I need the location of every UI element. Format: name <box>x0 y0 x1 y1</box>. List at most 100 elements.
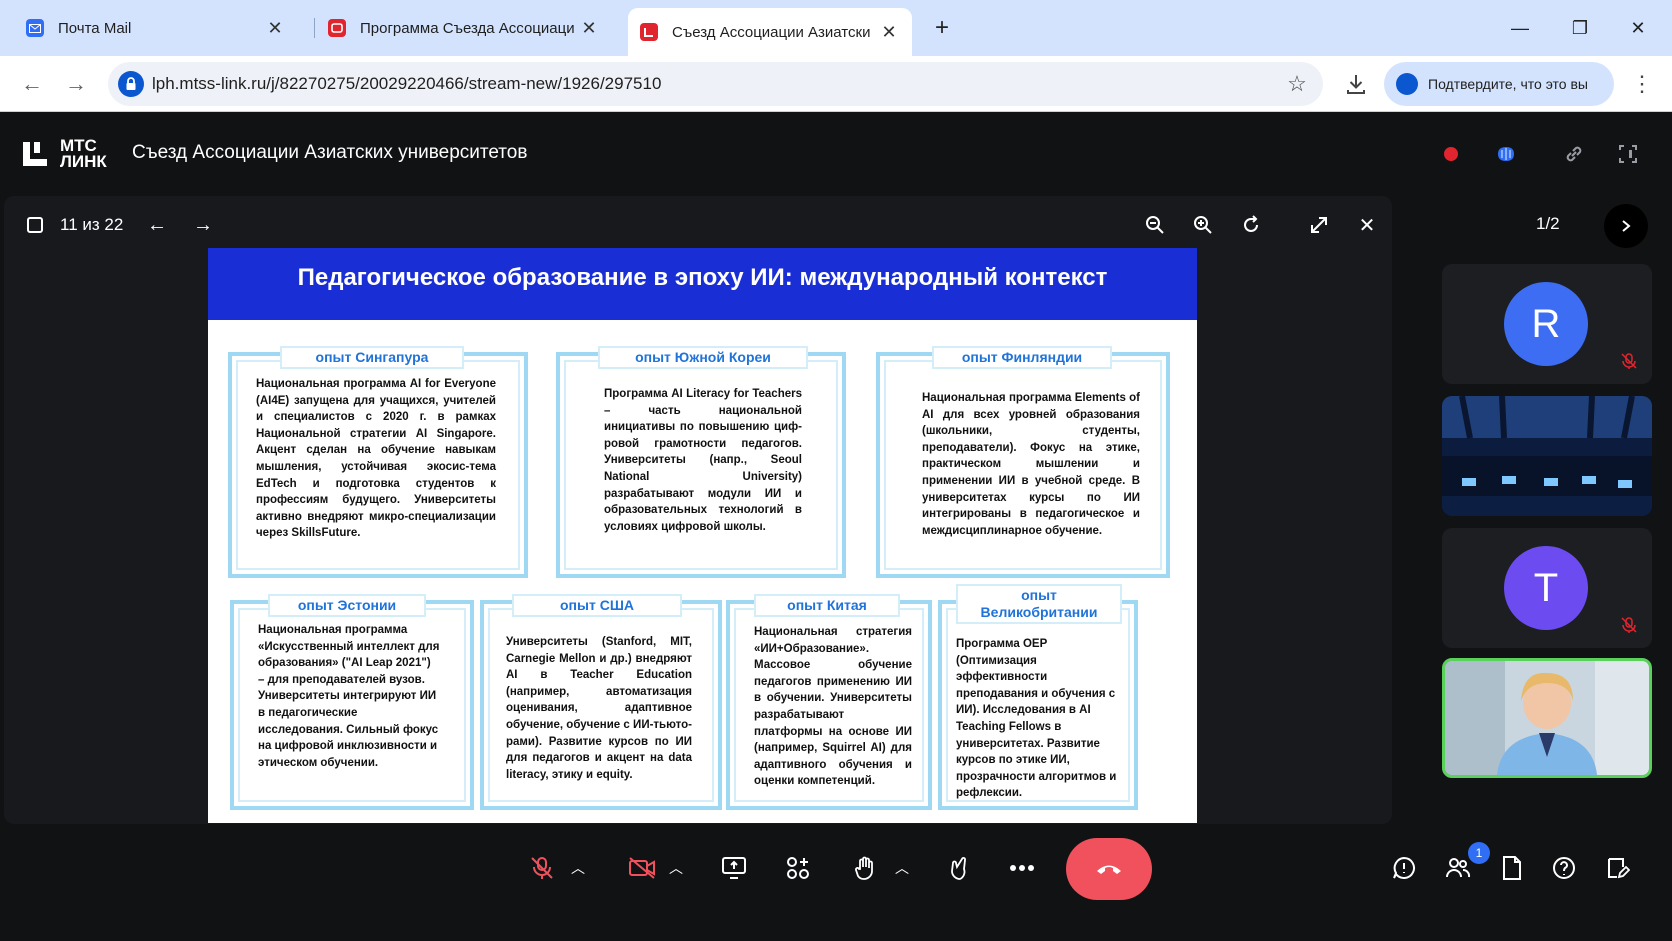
previous-slide-icon[interactable]: ← <box>144 212 170 238</box>
avatar: R <box>1504 282 1588 366</box>
verify-label: Подтвердите, что это вы <box>1428 76 1588 92</box>
card-label: опыт Китая <box>754 594 900 617</box>
zoom-out-icon[interactable] <box>1142 212 1168 238</box>
chat-icon <box>1393 856 1415 879</box>
tab-congress[interactable]: Съезд Ассоциации Азиатски ✕ <box>628 8 912 56</box>
card-text: Национальная программа «Искусственный ин… <box>258 624 440 769</box>
browser-tabstrip: Почта Mail ✕ Программа Съезда Ассоциаци … <box>0 0 1672 56</box>
note-edit-icon <box>1608 858 1630 879</box>
participants-count-badge: 1 <box>1468 842 1490 864</box>
zoom-in-icon[interactable] <box>1190 212 1216 238</box>
slide: Педагогическое образование в эпоху ИИ: м… <box>208 248 1197 823</box>
tab-program[interactable]: Программа Съезда Ассоциаци ✕ <box>316 8 612 48</box>
reactions-button[interactable] <box>942 850 978 886</box>
card-text: Программа AI Literacy for Teachers – час… <box>604 388 802 533</box>
app-header: МТС ЛИНК Съезд Ассоциации Азиатских унив… <box>0 112 1672 196</box>
slide-title: Педагогическое образование в эпоху ИИ: м… <box>208 248 1197 320</box>
tab-separator <box>314 18 315 38</box>
mic-options-chevron-up-icon[interactable]: ︿ <box>568 856 588 880</box>
apps-icon <box>787 857 809 879</box>
logo-text: МТС ЛИНК <box>60 137 107 170</box>
phone-hangup-icon <box>1097 865 1121 874</box>
layout-icon[interactable] <box>1614 140 1642 168</box>
next-slide-icon[interactable]: → <box>190 212 216 238</box>
thumbnails-icon[interactable] <box>22 212 48 238</box>
new-tab-button[interactable]: + <box>928 14 956 42</box>
camera-options-chevron-up-icon[interactable]: ︿ <box>666 856 686 880</box>
card-label: опыт Великобритании <box>956 584 1122 624</box>
mts-link-icon <box>640 23 658 41</box>
card-text: Национальная программа AI for Everyone (… <box>256 378 496 540</box>
hand-icon <box>855 856 873 880</box>
card-text: Национальная стратегия «ИИ+Образование».… <box>754 626 912 788</box>
mic-muted-icon <box>1621 617 1637 633</box>
mic-muted-icon <box>1621 353 1637 369</box>
close-window-button[interactable]: ✕ <box>1618 12 1658 44</box>
camera-toggle[interactable] <box>624 850 660 886</box>
participant-video-speaker[interactable] <box>1442 658 1652 778</box>
microphone-toggle[interactable] <box>524 850 560 886</box>
card-label: опыт США <box>512 594 682 617</box>
participant-video-hall[interactable] <box>1442 396 1652 516</box>
conference-hall-video <box>1442 396 1652 516</box>
forward-button[interactable]: → <box>60 68 92 100</box>
browser-menu-icon[interactable]: ⋮ <box>1628 68 1656 100</box>
participant-tile[interactable]: T <box>1442 528 1652 648</box>
files-button[interactable] <box>1494 850 1530 886</box>
share-screen-button[interactable] <box>716 850 752 886</box>
url-text[interactable]: lph.mtss-link.ru/j/82270275/20029220466/… <box>152 62 661 106</box>
verify-identity-button[interactable]: Подтвердите, что это вы <box>1384 62 1614 106</box>
card-finland: опыт Финляндии Национальная программа El… <box>876 346 1170 578</box>
bookmark-star-icon[interactable]: ☆ <box>1283 70 1311 98</box>
hand-options-chevron-up-icon[interactable]: ︿ <box>892 856 912 880</box>
connection-quality-icon[interactable] <box>1492 140 1520 168</box>
more-options-button[interactable] <box>1004 850 1040 886</box>
tab-title: Программа Съезда Ассоциаци <box>360 19 575 37</box>
minimize-button[interactable]: — <box>1500 12 1540 44</box>
download-icon[interactable] <box>1340 68 1372 100</box>
profile-icon <box>1396 73 1418 95</box>
close-presentation-icon[interactable]: ✕ <box>1354 212 1380 238</box>
mail-icon <box>26 19 44 37</box>
close-icon[interactable]: ✕ <box>264 17 286 39</box>
file-icon <box>1503 856 1521 880</box>
card-usa: опыт США Университеты (Stanford, MIT, Ca… <box>480 594 722 810</box>
next-page-button[interactable] <box>1604 204 1648 248</box>
address-bar[interactable]: lph.mtss-link.ru/j/82270275/20029220466/… <box>108 62 1323 106</box>
apps-button[interactable] <box>780 850 816 886</box>
presentation-toolbar: 11 из 22 ← → ✕ <box>4 196 1392 252</box>
close-icon[interactable]: ✕ <box>878 21 900 43</box>
slide-counter: 11 из 22 <box>60 215 124 234</box>
mts-link-icon <box>328 19 346 37</box>
card-text: Национальная программа Elements of AI дл… <box>922 392 1140 537</box>
avatar: T <box>1504 546 1588 630</box>
speaker-video <box>1445 661 1649 775</box>
card-label: опыт Южной Кореи <box>598 346 808 369</box>
leave-call-button[interactable] <box>1066 838 1152 900</box>
card-estonia: опыт Эстонии Национальная программа «Иск… <box>230 594 474 810</box>
mic-off-icon <box>531 857 553 879</box>
fullscreen-icon[interactable] <box>1306 212 1332 238</box>
restore-button[interactable]: ❐ <box>1560 12 1600 44</box>
tab-mail[interactable]: Почта Mail ✕ <box>14 8 298 48</box>
back-button[interactable]: ← <box>16 68 48 100</box>
help-button[interactable] <box>1546 850 1582 886</box>
raise-hand-button[interactable] <box>848 850 884 886</box>
card-label: опыт Эстонии <box>268 594 426 617</box>
notes-button[interactable] <box>1600 850 1636 886</box>
rotate-icon[interactable] <box>1238 212 1264 238</box>
mts-link-logo: МТС ЛИНК <box>20 137 107 170</box>
link-icon[interactable] <box>1560 140 1588 168</box>
chat-button[interactable] <box>1386 850 1422 886</box>
presentation-panel: 11 из 22 ← → ✕ Педагогическое образовани… <box>4 196 1392 824</box>
site-info-icon[interactable] <box>118 71 144 97</box>
question-icon <box>1553 857 1575 879</box>
participant-tile[interactable]: R <box>1442 264 1652 384</box>
logo-mark-icon <box>20 139 50 169</box>
card-label: опыт Сингапура <box>280 346 464 369</box>
close-icon[interactable]: ✕ <box>578 17 600 39</box>
people-icon <box>1446 858 1471 878</box>
recording-indicator-icon <box>1437 140 1465 168</box>
more-dots-icon <box>1010 865 1034 871</box>
participants-page: 1/2 <box>1536 214 1560 233</box>
